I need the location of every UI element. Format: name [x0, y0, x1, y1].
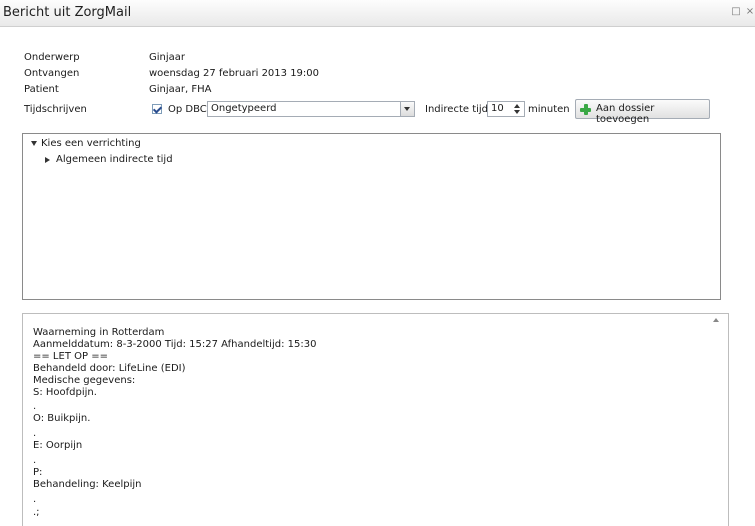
message-line: . — [33, 428, 37, 439]
expand-down-icon[interactable] — [31, 141, 37, 146]
patient-value: Ginjaar, FHA — [149, 84, 212, 95]
message-line: O: Buikpijn. — [33, 413, 91, 424]
patient-label: Patient — [24, 84, 59, 95]
op-dbc-label: Op DBC — [168, 104, 207, 115]
indirect-tijd-value: 10 — [491, 103, 504, 114]
dbc-type-value: Ongetypeerd — [211, 103, 277, 114]
op-dbc-checkbox[interactable] — [152, 104, 162, 114]
indirect-tijd-label: Indirecte tijd — [425, 104, 489, 115]
scroll-up-icon[interactable] — [713, 318, 719, 322]
message-line: Aanmelddatum: 8-3-2000 Tijd: 15:27 Afhan… — [33, 339, 317, 350]
message-line: P: — [33, 467, 43, 478]
verrichting-tree: Kies een verrichting Algemeen indirecte … — [22, 133, 721, 300]
spin-up-icon[interactable] — [514, 104, 520, 108]
message-line: Medische gegevens: — [33, 375, 136, 386]
message-line: Behandeld door: LifeLine (EDI) — [33, 363, 186, 374]
add-to-dossier-button[interactable]: Aan dossier toevoegen — [575, 99, 710, 125]
title-bar: Bericht uit ZorgMail □ × — [0, 0, 755, 27]
minimize-icon[interactable]: □ — [731, 6, 741, 18]
message-line: . — [33, 455, 37, 466]
close-icon[interactable]: × — [745, 6, 755, 18]
tijdschrijven-label: Tijdschrijven — [24, 104, 87, 115]
tree-item-algemeen-indirecte-tijd[interactable]: Algemeen indirecte tijd — [56, 154, 173, 165]
message-body: Waarneming in Rotterdam Aanmelddatum: 8-… — [22, 313, 729, 526]
message-line: E: Oorpijn — [33, 440, 83, 451]
onderwerp-value: Ginjaar — [149, 52, 186, 63]
message-line: . — [33, 401, 37, 412]
dbc-type-select[interactable]: Ongetypeerd — [207, 101, 415, 117]
minuten-label: minuten — [528, 104, 570, 115]
message-line: == LET OP == — [33, 351, 108, 362]
ontvangen-value: woensdag 27 februari 2013 19:00 — [149, 68, 320, 79]
tree-item-kies-verrichting[interactable]: Kies een verrichting — [41, 138, 141, 149]
expand-right-icon[interactable] — [45, 157, 50, 163]
spin-down-icon[interactable] — [514, 110, 520, 114]
message-line: Behandeling: Keelpijn — [33, 479, 142, 490]
onderwerp-label: Onderwerp — [24, 52, 80, 63]
indirect-tijd-stepper[interactable]: 10 — [487, 101, 525, 117]
message-line: Waarneming in Rotterdam — [33, 327, 165, 338]
ontvangen-label: Ontvangen — [24, 68, 80, 79]
chevron-down-icon[interactable] — [400, 102, 414, 116]
message-line: .; — [33, 507, 40, 518]
message-line: S: Hoofdpijn. — [33, 387, 97, 398]
message-line: . — [33, 494, 37, 505]
plus-icon — [579, 103, 592, 116]
window-title: Bericht uit ZorgMail — [3, 5, 132, 20]
add-to-dossier-label: Aan dossier toevoegen — [596, 103, 655, 125]
